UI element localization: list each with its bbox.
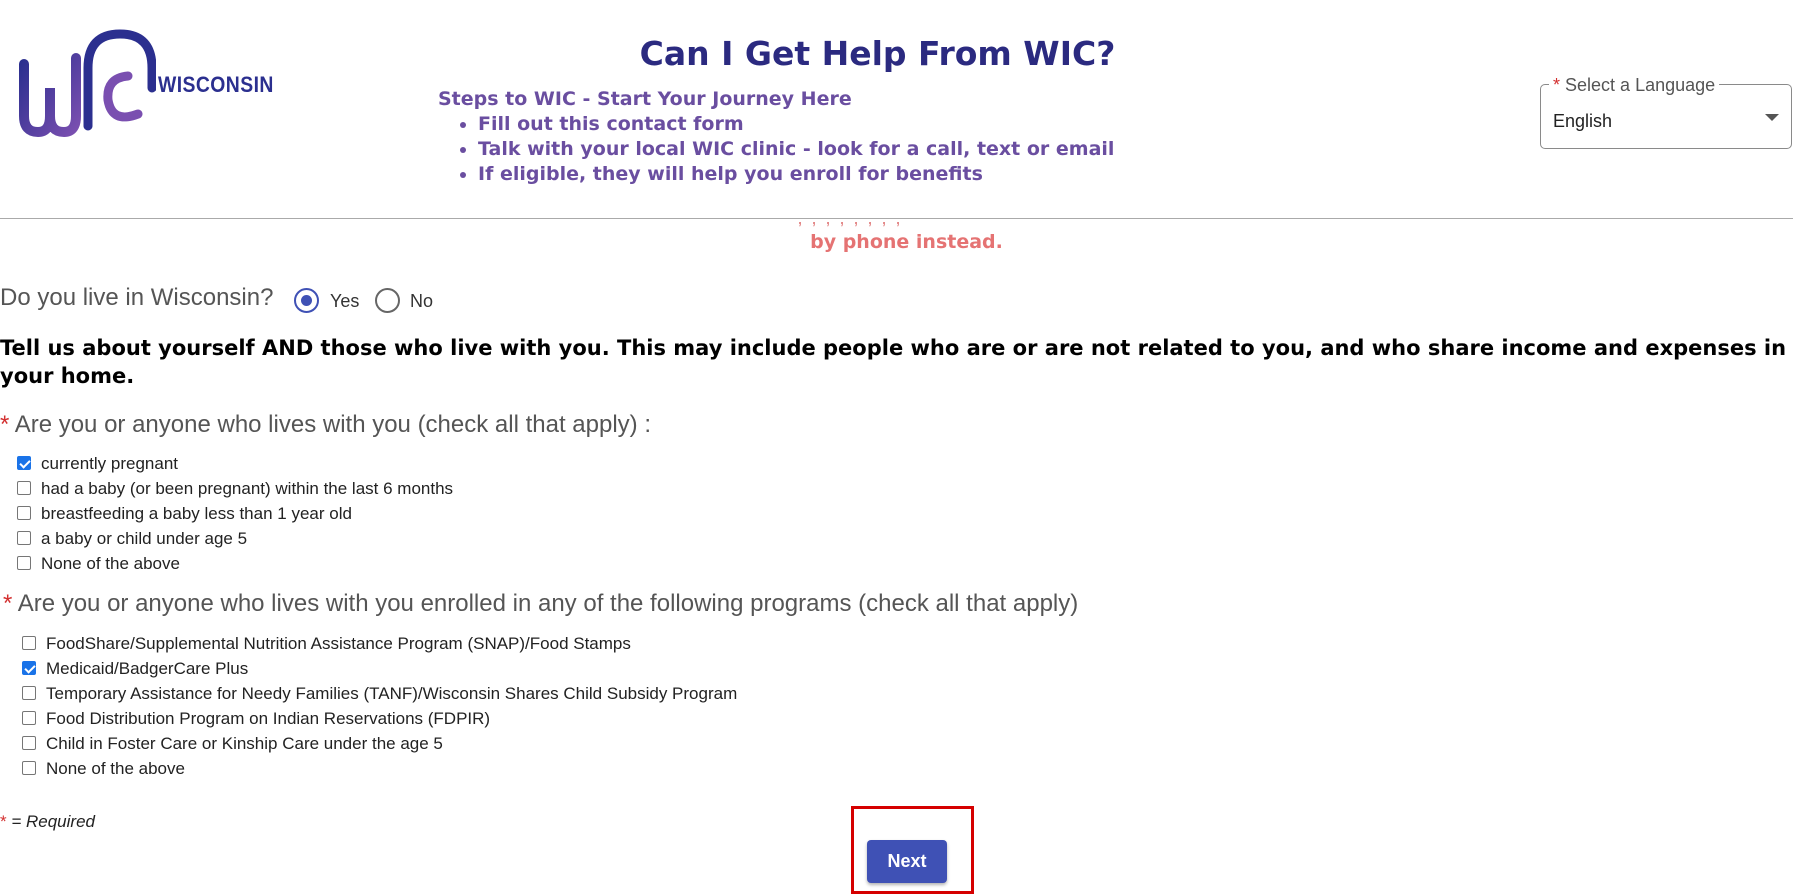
checkbox[interactable] (22, 711, 36, 725)
checkbox-label[interactable]: Medicaid/BadgerCare Plus (46, 659, 248, 679)
required-legend: * = Required (0, 812, 95, 832)
programs-question-label: * Are you or anyone who lives with you e… (3, 590, 1078, 618)
required-marker: * (1553, 75, 1561, 95)
checkbox[interactable] (17, 456, 31, 470)
checkbox-label[interactable]: Temporary Assistance for Needy Families … (46, 684, 737, 704)
checkbox[interactable] (22, 761, 36, 775)
checkbox[interactable] (17, 531, 31, 545)
required-marker: * (0, 812, 7, 831)
language-label-text: Select a Language (1565, 75, 1716, 95)
step-item: If eligible, they will help you enroll f… (478, 162, 1114, 187)
page-header: WISCONSIN Can I Get Help From WIC? Steps… (0, 0, 1793, 219)
checkbox[interactable] (17, 481, 31, 495)
checkbox[interactable] (17, 506, 31, 520)
checkbox[interactable] (17, 556, 31, 570)
checkbox-label[interactable]: None of the above (46, 759, 185, 779)
wisconsin-no-radio[interactable] (375, 288, 400, 313)
checkbox-label[interactable]: FoodShare/Supplemental Nutrition Assista… (46, 634, 631, 654)
checkbox[interactable] (22, 661, 36, 675)
programs-question-text: Are you or anyone who lives with you enr… (17, 590, 1079, 617)
checkbox-label[interactable]: Food Distribution Program on Indian Rese… (46, 709, 490, 729)
checkbox[interactable] (22, 736, 36, 750)
language-select-label: * Select a Language (1549, 75, 1720, 96)
next-button[interactable]: Next (867, 840, 947, 883)
phone-notice: by phone instead. (810, 231, 1003, 253)
step-item: Talk with your local WIC clinic - look f… (478, 137, 1114, 162)
checkbox-label[interactable]: currently pregnant (41, 454, 178, 474)
checkbox[interactable] (22, 636, 36, 650)
steps-section: Steps to WIC - Start Your Journey Here F… (438, 86, 1114, 187)
checkbox-label[interactable]: a baby or child under age 5 (41, 529, 247, 549)
wisconsin-yes-radio[interactable] (294, 288, 319, 313)
status-question-label: * Are you or anyone who lives with you (… (0, 411, 651, 439)
notice-clipped-line: , , , , , , , , (340, 219, 1360, 229)
checkbox[interactable] (22, 686, 36, 700)
wisconsin-yes-label[interactable]: Yes (330, 291, 359, 312)
steps-title: Steps to WIC - Start Your Journey Here (438, 88, 852, 110)
checkbox-label[interactable]: had a baby (or been pregnant) within the… (41, 479, 453, 499)
household-instructions: Tell us about yourself AND those who liv… (0, 336, 1787, 388)
chevron-down-icon[interactable] (1765, 114, 1779, 121)
logo-state-text: WISCONSIN (158, 72, 274, 97)
wisconsin-question-label: Do you live in Wisconsin? (0, 284, 274, 311)
wisconsin-no-label[interactable]: No (410, 291, 433, 312)
steps-list: Fill out this contact form Talk with you… (438, 112, 1114, 187)
language-selected-value: English (1553, 111, 1613, 131)
checkbox-label[interactable]: Child in Foster Care or Kinship Care und… (46, 734, 443, 754)
checkbox-label[interactable]: None of the above (41, 554, 180, 574)
status-question-text: Are you or anyone who lives with you (ch… (14, 411, 652, 438)
language-select[interactable]: * Select a Language English (1540, 75, 1792, 149)
required-marker: * (3, 590, 13, 617)
page-title: Can I Get Help From WIC? (639, 34, 1116, 73)
required-marker: * (0, 411, 10, 438)
required-legend-text: = Required (6, 812, 95, 831)
checkbox-label[interactable]: breastfeeding a baby less than 1 year ol… (41, 504, 352, 524)
step-item: Fill out this contact form (478, 112, 1114, 137)
